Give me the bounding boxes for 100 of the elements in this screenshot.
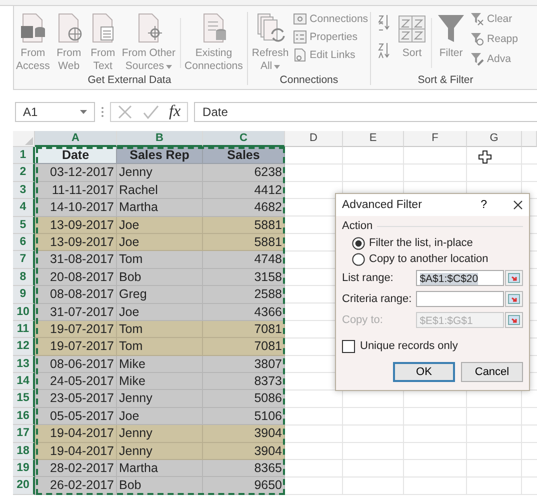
table-cell: 19-04-2017 <box>35 425 117 443</box>
column-header[interactable]: A <box>35 131 117 147</box>
table-cell: 11-11-2017 <box>35 182 117 200</box>
ribbon-small-button[interactable]: Reapp <box>470 32 518 46</box>
help-button[interactable]: ? <box>480 199 487 211</box>
column-header[interactable]: F <box>404 131 467 147</box>
table-cell: Tom <box>117 251 203 269</box>
row-header[interactable]: 18 <box>13 442 35 460</box>
ribbon-button[interactable]: Sort <box>395 12 430 60</box>
table-cell: 31-07-2017 <box>35 304 117 321</box>
ribbon-small-button[interactable]: Properties <box>292 30 368 44</box>
table-header-cell: Sales Rep <box>117 147 203 164</box>
range-field[interactable]: $A$1:$C$20 <box>416 270 504 286</box>
row-header[interactable]: 2 <box>13 164 35 182</box>
column-header[interactable]: G <box>467 131 522 147</box>
table-cell: 7081 <box>203 320 285 338</box>
table-cell: Bob <box>117 477 203 495</box>
formula-input[interactable]: Date <box>194 102 537 122</box>
column-header[interactable]: D <box>285 131 343 147</box>
ribbon-small-button[interactable]: Clear <box>470 12 518 26</box>
radio-option[interactable]: Copy to another location <box>352 251 523 267</box>
table-cell: 23-05-2017 <box>35 390 117 408</box>
row-header[interactable]: 6 <box>13 234 35 252</box>
ribbon-button[interactable]: From Access <box>14 12 52 73</box>
table-cell: 5106 <box>203 408 285 426</box>
row-header[interactable]: 19 <box>13 460 35 478</box>
ribbon-small-button[interactable]: Edit Links <box>292 48 368 62</box>
checkbox-option[interactable]: Unique records only <box>342 338 523 354</box>
row-header[interactable]: 20 <box>13 477 35 495</box>
table-cell: 5086 <box>203 390 285 408</box>
table-cell: 3158 <box>203 268 285 286</box>
dialog-button[interactable]: OK <box>393 362 455 382</box>
table-cell: 20-08-2017 <box>35 268 117 286</box>
row-header[interactable]: 12 <box>13 338 35 356</box>
group-label: Connections <box>278 74 340 88</box>
table-cell: 8365 <box>203 460 285 478</box>
button-label: From <box>90 47 116 60</box>
table-cell: Jenny <box>117 425 203 443</box>
table-cell: 9650 <box>203 477 285 495</box>
ribbon-button[interactable]: From Web <box>52 12 86 73</box>
ribbon-button[interactable]: From Other Sources <box>120 12 178 73</box>
row-header[interactable]: 9 <box>13 286 35 304</box>
table-cell: Bob <box>117 268 203 286</box>
row-header[interactable]: 14 <box>13 373 35 390</box>
table-cell: 19-07-2017 <box>35 338 117 356</box>
row-header[interactable]: 4 <box>13 199 35 217</box>
table-cell: Jenny <box>117 390 203 408</box>
table-cell: Mike <box>117 373 203 390</box>
table-cell: 14-10-2017 <box>35 199 117 217</box>
table-cell: 28-02-2017 <box>35 460 117 478</box>
group-label: Sort & Filter <box>416 74 474 88</box>
button-label: Clear <box>487 13 512 25</box>
table-cell: 31-08-2017 <box>35 251 117 269</box>
row-header[interactable]: 13 <box>13 356 35 374</box>
radio-option[interactable]: Filter the list, in-place <box>352 235 523 251</box>
row-header[interactable]: 10 <box>13 304 35 321</box>
button-label: Existing <box>195 47 232 60</box>
row-header[interactable]: 11 <box>13 320 35 338</box>
column-header[interactable]: E <box>343 131 404 147</box>
column-header[interactable]: B <box>117 131 203 147</box>
table-cell: 19-07-2017 <box>35 320 117 338</box>
button-label: Filter <box>439 47 463 60</box>
row-header[interactable]: 7 <box>13 251 35 269</box>
group-label: Get External Data <box>86 74 172 88</box>
ribbon-button[interactable]: Filter <box>434 12 468 60</box>
row-header[interactable]: 15 <box>13 390 35 408</box>
row-header[interactable]: 17 <box>13 425 35 443</box>
ribbon-small-button[interactable]: Connections <box>292 12 368 26</box>
button-label: From <box>56 47 82 60</box>
table-cell: 4366 <box>203 304 285 321</box>
row-header[interactable]: 1 <box>13 147 35 164</box>
table-cell: 4682 <box>203 199 285 217</box>
insert-function-button[interactable]: fx <box>169 103 181 121</box>
row-header[interactable]: 3 <box>13 182 35 200</box>
table-cell: 08-08-2017 <box>35 286 117 304</box>
row-header[interactable]: 5 <box>13 216 35 234</box>
table-cell: 2588 <box>203 286 285 304</box>
table-header-cell: Sales <box>203 147 285 164</box>
dialog-button[interactable]: Cancel <box>461 362 523 382</box>
button-label: Properties <box>310 31 358 43</box>
ribbon-button[interactable]: Existing Connections <box>182 12 245 73</box>
button-label: Sort <box>402 47 422 60</box>
field-label: Criteria range: <box>342 293 413 305</box>
button-label: From Other <box>122 47 176 60</box>
table-cell: Greg <box>117 286 203 304</box>
column-header[interactable]: C <box>203 131 285 147</box>
table-cell: 19-04-2017 <box>35 442 117 460</box>
table-cell: Martha <box>117 199 203 217</box>
ribbon-button[interactable]: From Text <box>86 12 120 73</box>
name-box[interactable]: A1 <box>15 102 95 122</box>
table-cell: 6238 <box>203 164 285 182</box>
ribbon-button[interactable]: Refresh All <box>250 12 291 73</box>
button-label: Connections <box>310 13 368 25</box>
table-cell: Tom <box>117 320 203 338</box>
table-cell: Jenny <box>117 164 203 182</box>
row-header[interactable]: 8 <box>13 268 35 286</box>
field-label: List range: <box>342 272 394 284</box>
table-cell: 26-02-2017 <box>35 477 117 495</box>
ribbon-small-button[interactable]: Adva <box>470 52 518 66</box>
row-header[interactable]: 16 <box>13 408 35 426</box>
